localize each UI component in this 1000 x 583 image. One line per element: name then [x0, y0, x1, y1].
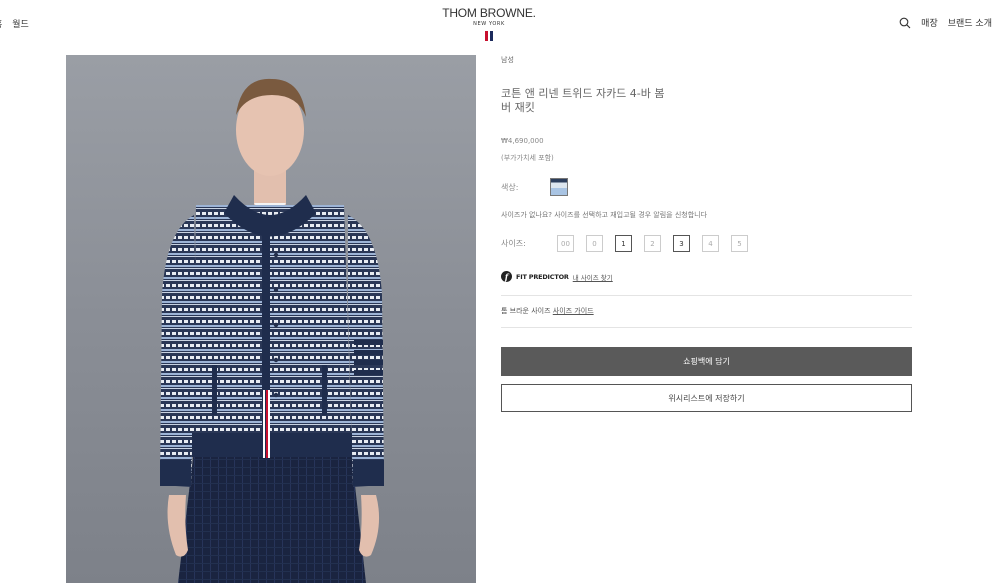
- size-option-00[interactable]: 00: [557, 235, 574, 252]
- color-label: 색상:: [501, 182, 519, 192]
- size-guide-prefix: 톰 브라운 사이즈: [501, 307, 551, 315]
- fit-predictor-icon: f: [501, 271, 512, 282]
- find-my-size-link[interactable]: 내 사이즈 찾기: [573, 272, 613, 282]
- logo-text: THOM BROWNE.: [442, 6, 536, 20]
- color-selector: 색상:: [501, 178, 568, 196]
- size-option-5[interactable]: 5: [731, 235, 748, 252]
- size-option-0[interactable]: 0: [586, 235, 603, 252]
- divider: [501, 327, 912, 328]
- fit-predictor: f FIT PREDICTOR 내 사이즈 찾기: [501, 271, 613, 282]
- size-restock-notice: 사이즈가 없나요? 사이즈를 선택하고 재입고될 경우 알림을 신청합니다: [501, 211, 708, 219]
- product-image[interactable]: [66, 55, 476, 583]
- fit-predictor-label: FIT PREDICTOR: [516, 272, 569, 281]
- vat-note: (부가가치세 포함): [501, 154, 554, 162]
- logo-subtext: NEW YORK: [473, 21, 505, 27]
- size-guide-row: 톰 브라운 사이즈 사이즈 가이드: [501, 306, 594, 316]
- product-title: 코튼 앤 리넨 트위드 자카드 4-바 봄버 재킷: [501, 87, 665, 114]
- size-option-2[interactable]: 2: [644, 235, 661, 252]
- tricolor-flag-icon: [0, 31, 978, 41]
- size-option-1[interactable]: 1: [615, 235, 632, 252]
- add-to-wishlist-button[interactable]: 위시리스트에 저장하기: [501, 384, 912, 412]
- size-label: 사이즈:: [501, 239, 526, 248]
- size-guide-link[interactable]: 사이즈 가이드: [553, 307, 594, 315]
- header-nav-right: 매장 브랜드 소개: [899, 16, 992, 29]
- size-option-3[interactable]: 3: [673, 235, 690, 252]
- add-to-bag-button[interactable]: 쇼핑백에 담기: [501, 347, 912, 376]
- product-category[interactable]: 남성: [501, 55, 514, 65]
- model-wearing-jacket-image: [160, 78, 384, 583]
- size-option-4[interactable]: 4: [702, 235, 719, 252]
- brand-logo[interactable]: THOM BROWNE. NEW YORK: [0, 6, 978, 41]
- color-swatch-navy-light-blue[interactable]: [550, 178, 568, 196]
- product-price: ₩4,690,000: [501, 137, 544, 145]
- nav-link-about[interactable]: 브랜드 소개: [948, 16, 992, 29]
- divider: [501, 295, 912, 296]
- nav-link-stores[interactable]: 매장: [921, 16, 938, 29]
- size-selector: 사이즈: 00 0 1 2 3 4 5: [501, 235, 760, 252]
- search-icon[interactable]: [899, 17, 911, 29]
